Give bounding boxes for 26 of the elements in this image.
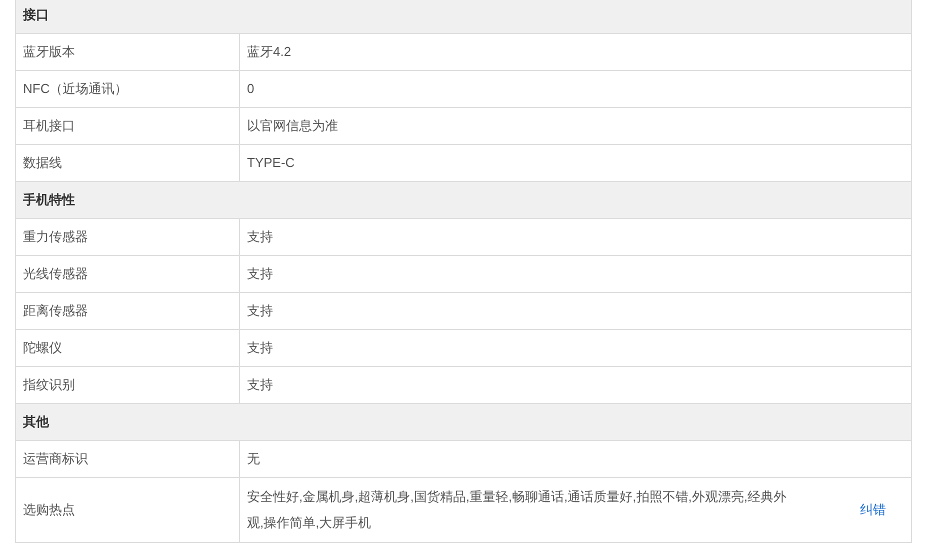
- spec-value: 支持: [247, 376, 273, 394]
- spec-value: 蓝牙4.2: [247, 43, 292, 62]
- spec-label: 运营商标识: [16, 441, 240, 477]
- spec-label: 重力传感器: [16, 219, 240, 255]
- spec-value: 0: [247, 80, 254, 98]
- spec-value: 支持: [247, 302, 273, 320]
- spec-label: 数据线: [16, 145, 240, 181]
- spec-label: 选购热点: [16, 478, 240, 542]
- spec-value: 支持: [247, 265, 273, 284]
- spec-value: 无: [247, 450, 260, 468]
- spec-value: TYPE-C: [247, 154, 295, 172]
- section-title: 接口: [23, 6, 49, 24]
- spec-value: 支持: [247, 339, 273, 358]
- spec-value: 以官网信息为准: [247, 117, 338, 136]
- section-title: 手机特性: [23, 191, 75, 210]
- spec-value: 支持: [247, 228, 273, 246]
- spec-label: 指纹识别: [16, 367, 240, 403]
- spec-label: NFC（近场通讯）: [16, 71, 240, 107]
- spec-label: 耳机接口: [16, 108, 240, 144]
- spec-value: 安全性好,金属机身,超薄机身,国货精品,重量轻,畅聊通话,通话质量好,拍照不错,外观漂亮,经典外观,操作简单,大屏手机: [247, 488, 788, 532]
- spec-label: 陀螺仪: [16, 330, 240, 366]
- spec-label: 光线传感器: [16, 256, 240, 292]
- spec-label: 距离传感器: [16, 293, 240, 329]
- spec-label: 蓝牙版本: [16, 34, 240, 70]
- correction-link[interactable]: 纠错: [860, 500, 886, 520]
- section-title: 其他: [23, 413, 49, 432]
